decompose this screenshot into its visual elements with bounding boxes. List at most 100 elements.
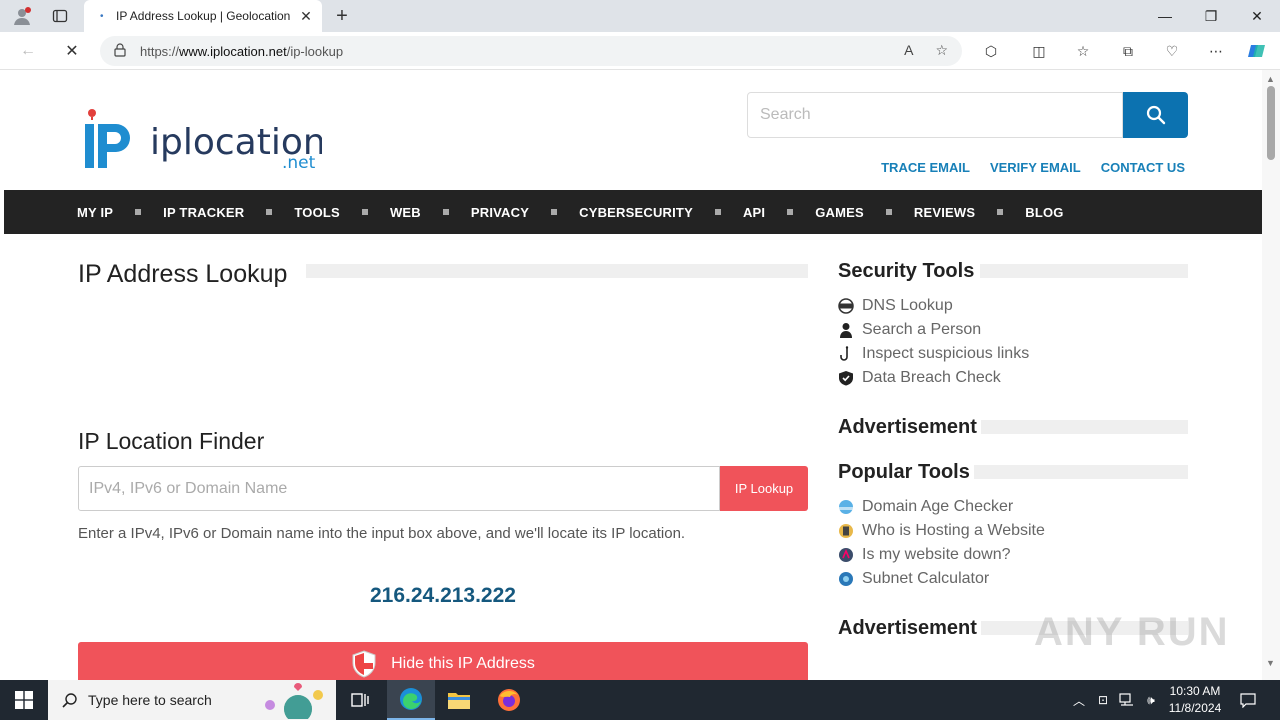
nav-privacy[interactable]: PRIVACY xyxy=(471,205,529,220)
data-breach-link[interactable]: Data Breach Check xyxy=(862,369,1001,387)
nav-separator xyxy=(714,209,721,215)
clock-date: 11/8/2024 xyxy=(1168,701,1222,715)
split-screen-icon[interactable]: ◫ xyxy=(1027,39,1051,63)
lock-icon xyxy=(114,42,140,60)
extensions-icon[interactable]: ⬡ xyxy=(979,39,1003,63)
tab-title: IP Address Lookup | Geolocation xyxy=(116,9,291,23)
site-logo[interactable]: iplocation .net xyxy=(82,106,326,173)
taskbar-search[interactable]: Type here to search xyxy=(48,680,336,720)
scroll-up-icon[interactable]: ▲ xyxy=(1266,74,1275,84)
inspect-links-link[interactable]: Inspect suspicious links xyxy=(862,345,1029,363)
start-button[interactable] xyxy=(0,680,48,720)
firefox-icon[interactable] xyxy=(485,680,533,720)
contact-us-link[interactable]: CONTACT US xyxy=(1101,160,1185,175)
new-tab-icon[interactable]: + xyxy=(330,4,354,28)
list-item[interactable]: Subnet Calculator xyxy=(838,567,1045,591)
search-person-link[interactable]: Search a Person xyxy=(862,321,981,339)
favorites-icon[interactable]: ☆ xyxy=(1071,39,1095,63)
title-divider xyxy=(306,264,808,278)
tray-overflow-icon[interactable]: ︿ xyxy=(1068,680,1090,720)
verify-email-link[interactable]: VERIFY EMAIL xyxy=(990,160,1081,175)
website-down-icon xyxy=(838,547,854,563)
more-menu-icon[interactable]: ⋯ xyxy=(1204,39,1228,63)
domain-age-link[interactable]: Domain Age Checker xyxy=(862,498,1013,516)
nav-separator xyxy=(266,209,273,215)
scroll-down-icon[interactable]: ▼ xyxy=(1266,658,1275,668)
nav-cybersecurity[interactable]: CYBERSECURITY xyxy=(579,205,693,220)
nav-separator xyxy=(135,209,142,215)
maximize-icon[interactable]: ❐ xyxy=(1188,0,1234,32)
browser-tab-bar: • IP Address Lookup | Geolocation ✕ + — … xyxy=(0,0,1280,32)
notifications-icon[interactable] xyxy=(1234,680,1262,720)
advertisement-divider xyxy=(981,420,1188,434)
who-is-hosting-link[interactable]: Who is Hosting a Website xyxy=(862,522,1045,540)
profile-icon[interactable] xyxy=(10,4,34,28)
list-item[interactable]: Domain Age Checker xyxy=(838,495,1045,519)
site-search-input[interactable] xyxy=(747,92,1123,138)
file-explorer-icon[interactable] xyxy=(435,680,483,720)
page-viewport: iplocation .net TRACE EMAIL VERIFY EMAIL… xyxy=(4,70,1262,680)
domain-age-icon xyxy=(838,499,854,515)
nav-separator xyxy=(361,209,368,215)
hide-ip-button[interactable]: Hide this IP Address xyxy=(78,642,808,680)
dns-lookup-link[interactable]: DNS Lookup xyxy=(862,297,953,315)
advertisement-label: Advertisement xyxy=(838,617,977,639)
back-icon[interactable]: ← xyxy=(16,39,40,63)
copilot-icon[interactable] xyxy=(1245,39,1269,63)
list-item[interactable]: Is my website down? xyxy=(838,543,1045,567)
person-icon xyxy=(838,322,854,338)
website-down-link[interactable]: Is my website down? xyxy=(862,546,1011,564)
close-window-icon[interactable]: ✕ xyxy=(1234,0,1280,32)
taskbar-clock[interactable]: 10:30 AM 11/8/2024 xyxy=(1160,683,1230,717)
scrollbar-thumb[interactable] xyxy=(1267,86,1275,160)
device-icon[interactable]: ⊡ xyxy=(1092,680,1114,720)
nav-reviews[interactable]: REVIEWS xyxy=(914,205,975,220)
nav-blog[interactable]: BLOG xyxy=(1025,205,1063,220)
minimize-icon[interactable]: — xyxy=(1142,0,1188,32)
page-title: IP Address Lookup xyxy=(78,260,288,288)
finder-help-text: Enter a IPv4, IPv6 or Domain name into t… xyxy=(78,525,686,542)
nav-api[interactable]: API xyxy=(743,205,765,220)
close-tab-icon[interactable]: ✕ xyxy=(298,8,314,25)
subnet-calculator-link[interactable]: Subnet Calculator xyxy=(862,570,989,588)
site-search xyxy=(747,92,1188,138)
list-item[interactable]: Who is Hosting a Website xyxy=(838,519,1045,543)
nav-separator xyxy=(551,209,558,215)
shield-icon xyxy=(352,650,376,678)
browser-tab[interactable]: • IP Address Lookup | Geolocation ✕ xyxy=(84,0,322,32)
nav-web[interactable]: WEB xyxy=(390,205,421,220)
ip-lookup-input[interactable] xyxy=(78,466,720,511)
ip-lookup-button[interactable]: IP Lookup xyxy=(720,466,808,511)
volume-icon[interactable]: 🕪 xyxy=(1140,680,1162,720)
nav-separator xyxy=(787,209,794,215)
top-links: TRACE EMAIL VERIFY EMAIL CONTACT US xyxy=(881,160,1185,175)
nav-my-ip[interactable]: MY IP xyxy=(77,205,113,220)
loading-dot-icon: • xyxy=(100,10,104,22)
nav-ip-tracker[interactable]: IP TRACKER xyxy=(163,205,244,220)
site-search-button[interactable] xyxy=(1123,92,1188,138)
tab-actions-icon[interactable] xyxy=(48,4,72,28)
taskbar-search-placeholder: Type here to search xyxy=(88,692,212,708)
stop-loading-icon[interactable]: ✕ xyxy=(60,39,84,63)
edge-taskbar-icon[interactable] xyxy=(387,680,435,720)
nav-tools[interactable]: TOOLS xyxy=(294,205,340,220)
read-aloud-icon[interactable]: A xyxy=(904,42,913,59)
task-view-icon[interactable] xyxy=(336,680,384,720)
page-scrollbar[interactable]: ▲ ▼ xyxy=(1262,70,1280,680)
list-item[interactable]: Inspect suspicious links xyxy=(838,342,1029,366)
url-field[interactable]: https://www.iplocation.net/ip-lookup A ☆ xyxy=(100,36,962,66)
clock-time: 10:30 AM xyxy=(1169,684,1221,698)
favorite-star-icon[interactable]: ☆ xyxy=(935,42,948,59)
collections-icon[interactable]: ⧉ xyxy=(1116,39,1140,63)
nav-separator xyxy=(442,209,449,215)
trace-email-link[interactable]: TRACE EMAIL xyxy=(881,160,970,175)
list-item[interactable]: DNS Lookup xyxy=(838,294,1029,318)
nav-games[interactable]: GAMES xyxy=(815,205,864,220)
list-item[interactable]: Data Breach Check xyxy=(838,366,1029,390)
address-bar-row: ← ✕ https://www.iplocation.net/ip-lookup… xyxy=(0,32,1280,70)
security-tools-list: DNS Lookup Search a Person Inspect suspi… xyxy=(838,294,1029,390)
network-icon[interactable] xyxy=(1116,680,1138,720)
browser-essentials-icon[interactable]: ♡ xyxy=(1160,39,1184,63)
list-item[interactable]: Search a Person xyxy=(838,318,1029,342)
hosting-server-icon xyxy=(838,523,854,539)
